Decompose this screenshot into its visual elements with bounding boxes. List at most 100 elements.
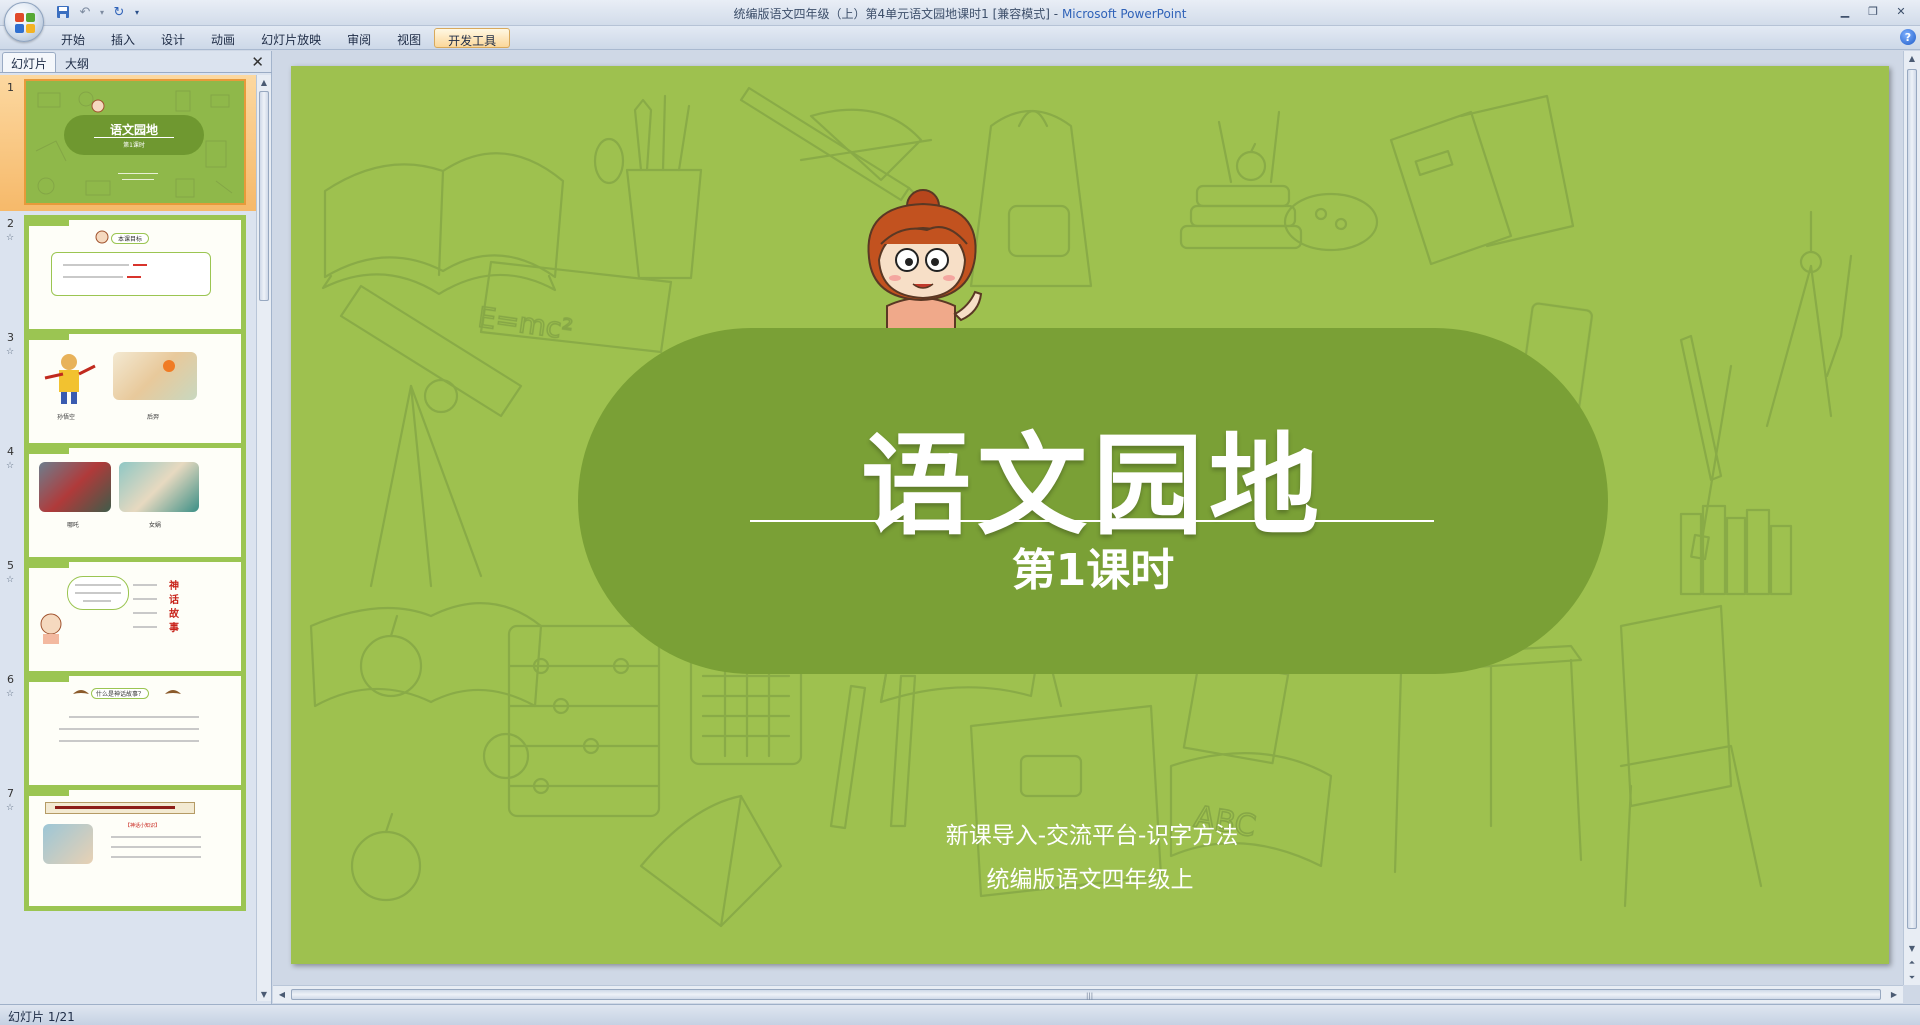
tab-insert[interactable]: 插入 bbox=[98, 28, 148, 48]
thumbnail-image: 本课目标 bbox=[24, 215, 246, 341]
tab-view[interactable]: 视图 bbox=[384, 28, 434, 48]
editor-vertical-scrollbar[interactable]: ▲ ▼ ⏶ ⏷ bbox=[1903, 51, 1920, 985]
tab-slides[interactable]: 幻灯片 bbox=[2, 52, 57, 72]
nezha-image bbox=[39, 462, 111, 512]
monkey-king-image bbox=[44, 354, 96, 404]
slide-number: 4 bbox=[7, 445, 14, 458]
scroll-down-icon[interactable]: ▼ bbox=[257, 987, 271, 1001]
scroll-up-icon[interactable]: ▲ bbox=[257, 75, 271, 89]
thumb-heading: 本课目标 bbox=[111, 233, 150, 244]
thumb-corner-bar bbox=[29, 562, 69, 568]
scroll-thumb[interactable] bbox=[259, 91, 269, 301]
thumb-text-line bbox=[133, 584, 157, 586]
previous-slide-icon[interactable]: ⏶ bbox=[1904, 956, 1920, 970]
scroll-thumb[interactable] bbox=[1907, 69, 1917, 929]
minimize-icon[interactable]: ▁ bbox=[1832, 3, 1858, 19]
slide-number: 3 bbox=[7, 331, 14, 344]
slide-number: 2 bbox=[7, 217, 14, 230]
bird-icon bbox=[165, 690, 181, 694]
thumb-caption-line bbox=[122, 179, 154, 180]
close-pane-icon[interactable]: ✕ bbox=[251, 53, 264, 71]
help-icon[interactable]: ? bbox=[1900, 29, 1916, 45]
sun-icon bbox=[163, 360, 175, 372]
thumb-red-text bbox=[127, 276, 141, 278]
thumb-title: 语文园地 bbox=[109, 123, 158, 137]
tab-outline[interactable]: 大纲 bbox=[56, 52, 98, 72]
animation-icon: ☆ bbox=[6, 575, 15, 585]
thumbnail-image: 哪吒 女娲 bbox=[24, 443, 246, 569]
title-divider bbox=[750, 520, 1434, 522]
thumbnail-list: 1 语文园地 第1课时 2 ☆ 本课目标 3 ☆ 孙悟空 后羿 4 ☆ 哪吒 女… bbox=[0, 75, 256, 1001]
status-bar: 幻灯片 1/21 bbox=[0, 1004, 1920, 1025]
girl-mini-icon bbox=[91, 99, 105, 113]
thumb-label: 后羿 bbox=[147, 414, 160, 421]
office-button[interactable] bbox=[4, 2, 44, 42]
tab-design[interactable]: 设计 bbox=[148, 28, 198, 48]
thumb-text-line bbox=[133, 598, 157, 600]
slide-counter: 幻灯片 1/21 bbox=[8, 1010, 75, 1024]
close-icon[interactable]: ✕ bbox=[1888, 3, 1914, 19]
thumb-rule bbox=[94, 137, 174, 138]
thumbnail-image: 【神话小知识】 bbox=[24, 785, 246, 911]
thumbnail-scrollbar[interactable]: ▲ ▼ bbox=[256, 75, 271, 1001]
thumb-text-line bbox=[75, 584, 121, 586]
thumb-text-line bbox=[75, 592, 121, 594]
animation-icon: ☆ bbox=[6, 347, 15, 357]
scroll-left-icon[interactable]: ◀ bbox=[275, 988, 289, 1000]
thumb-text-line bbox=[69, 716, 199, 718]
thumb-corner-bar bbox=[29, 334, 69, 340]
pane-tabs: 幻灯片 大纲 ✕ bbox=[0, 51, 272, 73]
textbook-edition-text[interactable]: 统编版语文四年级上 bbox=[291, 860, 1889, 894]
slide-thumbnail-1[interactable]: 1 语文园地 第1课时 bbox=[0, 75, 256, 211]
thumb-heading: 【神话小知识】 bbox=[125, 823, 161, 829]
slide-number: 5 bbox=[7, 559, 14, 572]
slide-title[interactable]: 语文园地 bbox=[578, 396, 1608, 556]
tab-slideshow[interactable]: 幻灯片放映 bbox=[248, 28, 334, 48]
tab-developer[interactable]: 开发工具 bbox=[434, 28, 511, 48]
thumb-label: 孙悟空 bbox=[57, 414, 76, 421]
scroll-up-icon[interactable]: ▲ bbox=[1904, 51, 1920, 65]
slide-canvas[interactable]: E=mc² ABC 语文园地 第1课时 新课导入-交流平台-识字方法 统编版语文… bbox=[291, 66, 1889, 964]
scroll-down-icon[interactable]: ▼ bbox=[1904, 941, 1920, 955]
scroll-thumb[interactable]: ||| bbox=[291, 989, 1881, 1000]
thumb-label: 哪吒 bbox=[67, 522, 80, 529]
lesson-sections-text[interactable]: 新课导入-交流平台-识字方法 bbox=[291, 816, 1889, 850]
thumb-subtitle: 第1课时 bbox=[123, 142, 145, 149]
app-name: Microsoft PowerPoint bbox=[1061, 7, 1187, 21]
thumbnail-image: 神话故事 bbox=[24, 557, 246, 683]
tab-animations[interactable]: 动画 bbox=[198, 28, 248, 48]
grip-icon: ||| bbox=[1086, 992, 1094, 1000]
slide-subtitle[interactable]: 第1课时 bbox=[578, 534, 1608, 598]
restore-icon[interactable]: ❐ bbox=[1860, 3, 1886, 19]
editor-horizontal-scrollbar[interactable]: ◀ ||| ▶ bbox=[273, 985, 1903, 1003]
thumbnail-image: 什么是神话故事？ bbox=[24, 671, 246, 797]
thumb-label: 女娲 bbox=[149, 522, 162, 529]
thumbnail-image: 语文园地 第1课时 bbox=[24, 79, 246, 205]
next-slide-icon[interactable]: ⏷ bbox=[1904, 971, 1920, 985]
thumb-text-line bbox=[83, 600, 111, 602]
animation-icon: ☆ bbox=[6, 233, 15, 243]
thumb-caption-line bbox=[118, 173, 158, 174]
thumbnail-image: 孙悟空 后羿 bbox=[24, 329, 246, 455]
tab-review[interactable]: 审阅 bbox=[334, 28, 384, 48]
archer-image bbox=[113, 352, 197, 400]
nuwa-image bbox=[119, 462, 199, 512]
window-title: 统编版语文四年级（上）第4单元语文园地课时1 [兼容模式] - Microsof… bbox=[0, 5, 1920, 22]
slide-number: 7 bbox=[7, 787, 14, 800]
thumb-text-line bbox=[63, 276, 123, 278]
slide-thumbnail-7[interactable]: 7 ☆ 【神话小知识】 bbox=[0, 781, 256, 917]
tab-home[interactable]: 开始 bbox=[48, 28, 98, 48]
animation-icon: ☆ bbox=[6, 689, 15, 699]
scroll-right-icon[interactable]: ▶ bbox=[1887, 988, 1901, 1000]
bird-icon bbox=[73, 690, 89, 694]
thumb-corner-bar bbox=[29, 790, 69, 796]
thumb-banner: 语文园地 第1课时 bbox=[64, 115, 204, 155]
thumb-text-line bbox=[111, 836, 201, 838]
thumb-text-line bbox=[55, 806, 175, 809]
girl-mini-icon bbox=[40, 613, 62, 644]
thumb-corner-bar bbox=[29, 448, 69, 454]
thumb-corner-bar bbox=[29, 220, 69, 226]
thumb-text-line bbox=[111, 846, 201, 848]
ribbon: 开始 插入 设计 动画 幻灯片放映 审阅 视图 开发工具 ? bbox=[0, 26, 1920, 50]
thumb-text-line bbox=[133, 612, 157, 614]
